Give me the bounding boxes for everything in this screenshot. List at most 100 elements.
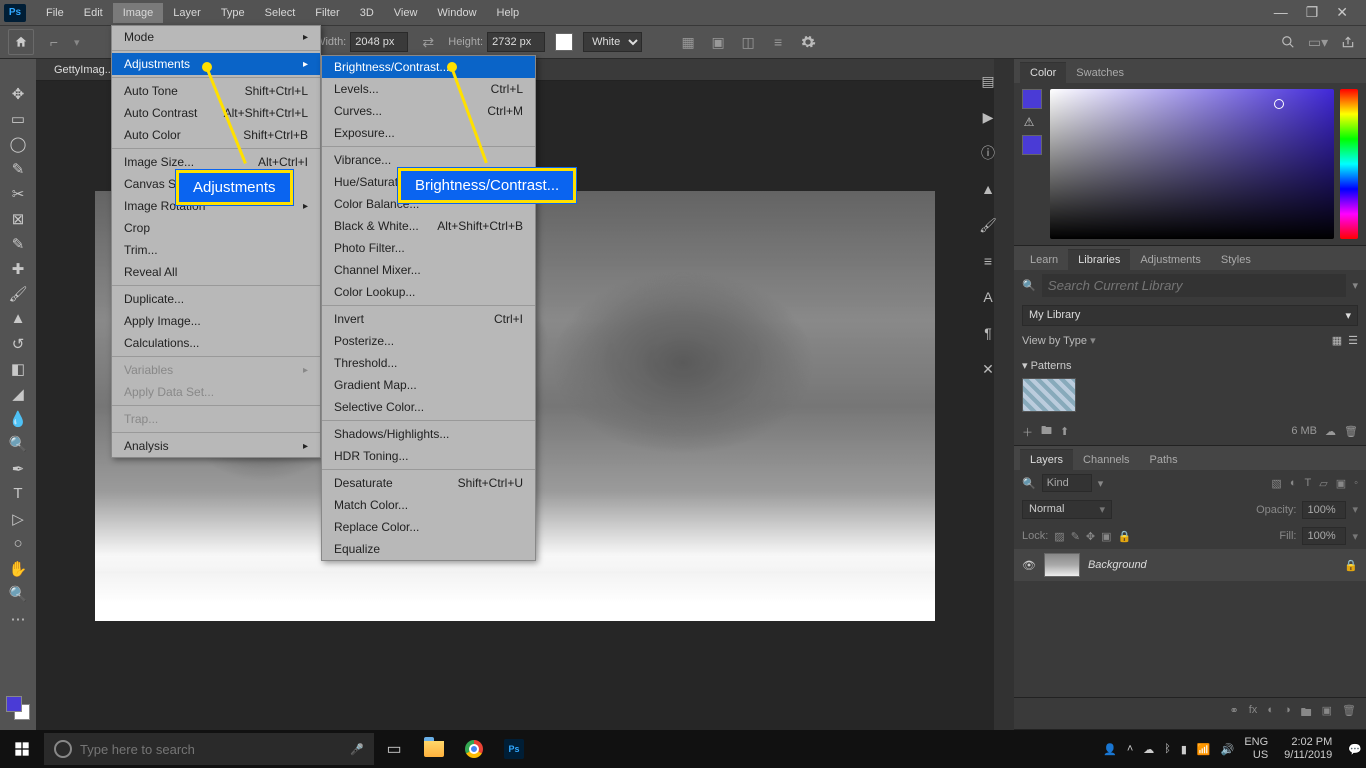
pen-tool-icon[interactable]: ✒ (3, 456, 33, 481)
foreground-swatch[interactable] (1022, 89, 1042, 109)
menu-edit[interactable]: Edit (74, 3, 113, 23)
window-minimize[interactable]: — (1274, 4, 1288, 21)
color-picker-field[interactable] (1050, 89, 1334, 239)
link-layers-icon[interactable]: ⚭ (1230, 704, 1239, 723)
delete-layer-icon[interactable]: 🗑 (1342, 704, 1356, 723)
lock-position-icon[interactable]: ✥ (1086, 530, 1095, 543)
tab-channels[interactable]: Channels (1073, 450, 1139, 470)
menu-type[interactable]: Type (211, 3, 255, 23)
brushes-panel-icon[interactable]: 🖌 (977, 214, 999, 236)
option-icon-2[interactable]: ▣ (708, 32, 728, 52)
wifi-icon[interactable]: 📶 (1197, 743, 1211, 756)
edit-toolbar-icon[interactable]: ⋯ (3, 606, 33, 631)
shape-tool-icon[interactable]: ○ (3, 531, 33, 556)
history-brush-tool-icon[interactable]: ↺ (3, 331, 33, 356)
menu-3d[interactable]: 3D (350, 3, 384, 23)
tab-adjustments[interactable]: Adjustments (1130, 250, 1211, 270)
blur-tool-icon[interactable]: 💧 (3, 406, 33, 431)
trash-icon[interactable]: 🗑 (1344, 425, 1358, 438)
menu-view[interactable]: View (384, 3, 428, 23)
actions-panel-icon[interactable]: ▶ (977, 106, 999, 128)
window-close[interactable]: ✕ (1336, 4, 1348, 21)
new-layer-icon[interactable]: ▣ (1322, 704, 1332, 723)
lock-transparent-icon[interactable]: ▨ (1054, 530, 1064, 543)
people-icon[interactable]: 👤 (1103, 743, 1117, 756)
view-by-label[interactable]: View by Type ▾ (1022, 334, 1096, 347)
menu-apply-image[interactable]: Apply Image... (112, 310, 320, 332)
submenu-gradient-map[interactable]: Gradient Map... (322, 374, 535, 396)
character-panel-icon[interactable]: A (977, 286, 999, 308)
history-panel-icon[interactable]: ▤ (977, 70, 999, 92)
taskbar-search-input[interactable] (80, 742, 342, 757)
layer-thumbnail[interactable] (1044, 553, 1080, 577)
folder-icon[interactable]: 🖿 (1041, 422, 1052, 441)
add-icon[interactable]: ＋ (1022, 424, 1033, 440)
home-button[interactable] (8, 29, 34, 55)
grid-view-icon[interactable]: ▦ (1332, 334, 1342, 347)
tab-swatches[interactable]: Swatches (1066, 63, 1134, 83)
bluetooth-icon[interactable]: ᛒ (1164, 743, 1171, 755)
marquee-tool-icon[interactable]: ▭ (3, 106, 33, 131)
submenu-exposure[interactable]: Exposure... (322, 122, 535, 144)
menu-calculations[interactable]: Calculations... (112, 332, 320, 354)
kind-filter[interactable] (1042, 474, 1092, 492)
tool-presets-panel-icon[interactable]: ✕ (977, 358, 999, 380)
move-tool-icon[interactable]: ✥ (3, 81, 33, 106)
eyedropper-tool-icon[interactable]: ✎ (3, 231, 33, 256)
lock-brush-icon[interactable]: ✎ (1071, 530, 1080, 543)
eraser-tool-icon[interactable]: ◧ (3, 356, 33, 381)
layer-row[interactable]: 👁 Background 🔒 (1014, 549, 1366, 581)
background-color-swatch[interactable] (555, 33, 573, 51)
width-field[interactable] (350, 32, 408, 52)
lock-all-icon[interactable]: 🔒 (1118, 530, 1132, 543)
menu-analysis[interactable]: Analysis (112, 435, 320, 457)
menu-image[interactable]: Image (113, 3, 164, 23)
tab-learn[interactable]: Learn (1020, 250, 1068, 270)
menu-auto-contrast[interactable]: Auto ContrastAlt+Shift+Ctrl+L (112, 102, 320, 124)
settings-gear-icon[interactable] (798, 32, 818, 52)
menu-adjustments[interactable]: Adjustments (112, 53, 320, 75)
taskbar-lang[interactable]: ENGUS (1244, 736, 1274, 762)
submenu-channel-mixer[interactable]: Channel Mixer... (322, 259, 535, 281)
library-select[interactable]: My Library▾ (1022, 305, 1358, 326)
crop-tool-icon[interactable]: ✂ (3, 181, 33, 206)
healing-tool-icon[interactable]: ✚ (3, 256, 33, 281)
lasso-tool-icon[interactable]: ◯ (3, 131, 33, 156)
layer-name[interactable]: Background (1088, 559, 1147, 571)
type-tool-icon[interactable]: T (3, 481, 33, 506)
menu-reveal-all[interactable]: Reveal All (112, 261, 320, 283)
window-restore[interactable]: ❐ (1306, 4, 1319, 21)
group-icon[interactable]: 🖿 (1301, 704, 1312, 723)
filter-pixel-icon[interactable]: ▧ (1271, 477, 1281, 490)
library-search[interactable] (1042, 274, 1347, 297)
action-center-icon[interactable]: 💬 (1348, 743, 1362, 756)
gradient-tool-icon[interactable]: ◢ (3, 381, 33, 406)
menu-filter[interactable]: Filter (305, 3, 349, 23)
submenu-threshold[interactable]: Threshold... (322, 352, 535, 374)
onedrive-icon[interactable]: ☁ (1143, 743, 1154, 756)
menu-layer[interactable]: Layer (163, 3, 211, 23)
color-swatches[interactable] (6, 696, 30, 720)
tray-chevron-icon[interactable]: ˄ (1127, 743, 1133, 755)
dodge-tool-icon[interactable]: 🔍 (3, 431, 33, 456)
cloud-icon[interactable]: ☁ (1325, 425, 1336, 438)
taskbar-clock[interactable]: 2:02 PM9/11/2019 (1284, 736, 1338, 762)
submenu-replace-color[interactable]: Replace Color... (322, 516, 535, 538)
submenu-brightness-contrast[interactable]: Brightness/Contrast... (322, 56, 535, 78)
patterns-section-header[interactable]: ▾ Patterns (1022, 355, 1358, 376)
filter-type-icon[interactable]: T (1304, 477, 1311, 490)
menu-window[interactable]: Window (427, 3, 486, 23)
fill-field[interactable] (1302, 527, 1346, 545)
submenu-invert[interactable]: InvertCtrl+I (322, 308, 535, 330)
mask-icon[interactable]: ◐ (1267, 704, 1274, 723)
menu-file[interactable]: File (36, 3, 74, 23)
submenu-desaturate[interactable]: DesaturateShift+Ctrl+U (322, 472, 535, 494)
submenu-curves[interactable]: Curves...Ctrl+M (322, 100, 535, 122)
swap-dimensions-icon[interactable]: ⇄ (418, 32, 438, 52)
filter-smart-icon[interactable]: ▣ (1336, 477, 1346, 490)
brush-tool-icon[interactable]: 🖌 (3, 281, 33, 306)
stamp-tool-icon[interactable]: ▲ (3, 306, 33, 331)
paragraph-panel-icon[interactable]: ¶ (977, 322, 999, 344)
option-icon-1[interactable]: ▦ (678, 32, 698, 52)
crop-tool-icon[interactable]: ⌐ (44, 32, 64, 52)
